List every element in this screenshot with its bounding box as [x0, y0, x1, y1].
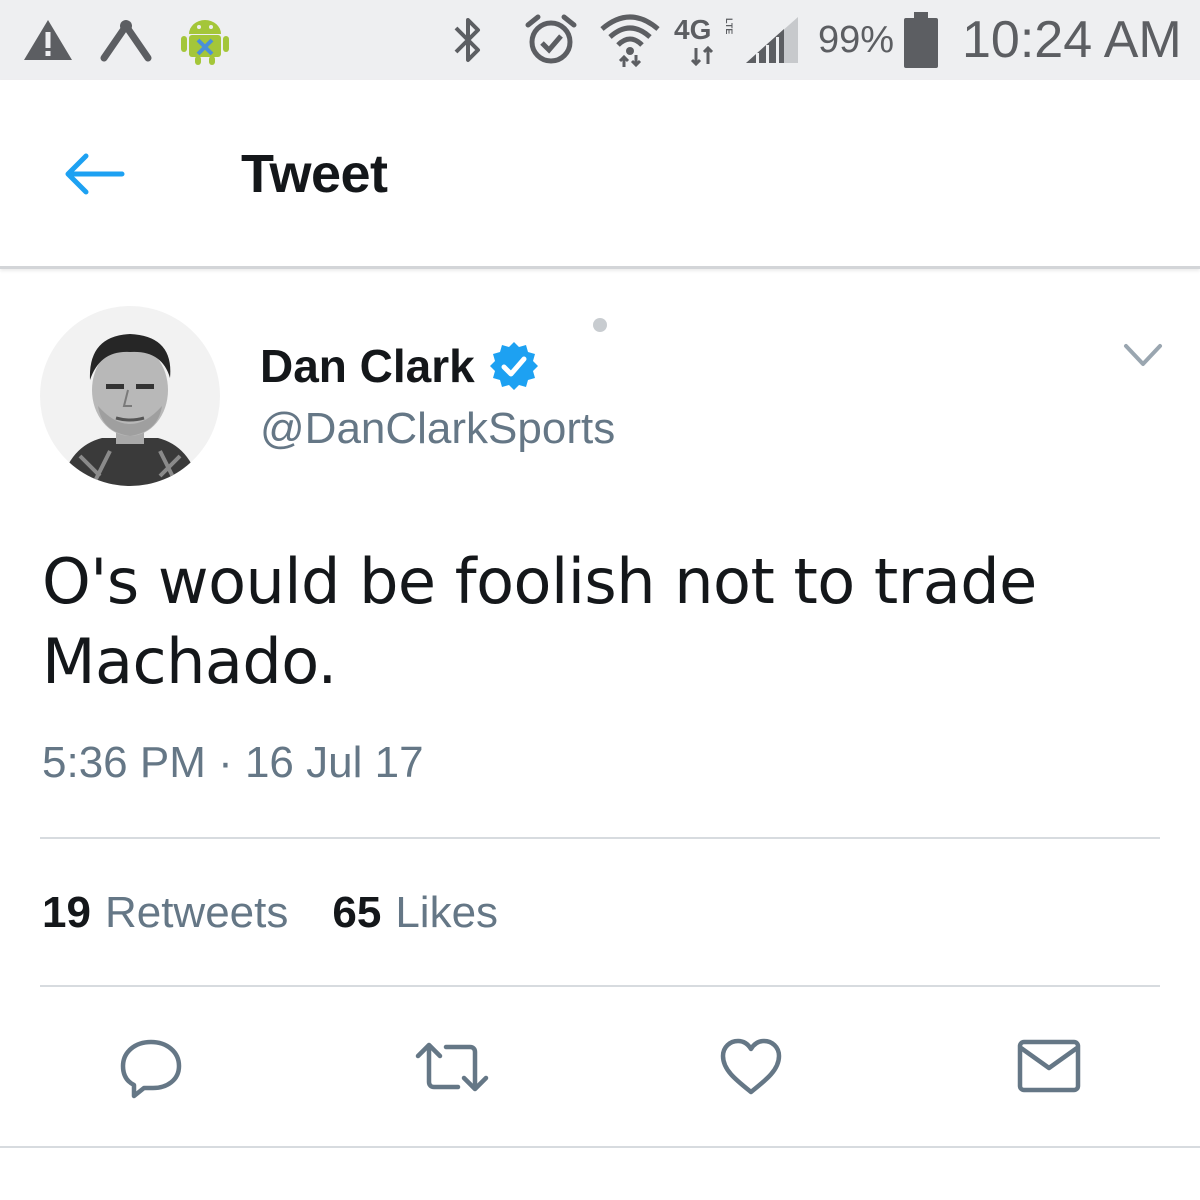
android-debug-icon: [180, 0, 230, 80]
alarm-icon: [524, 0, 578, 80]
like-label: Likes: [395, 888, 499, 937]
back-button[interactable]: [56, 146, 132, 202]
lte-icon: 4G LTE: [674, 0, 740, 80]
back-arrow-icon: [65, 153, 125, 195]
reply-icon: [120, 1039, 182, 1099]
tweet-options-button[interactable]: [1118, 336, 1168, 376]
like-button[interactable]: [718, 1034, 784, 1100]
retweet-count: 19: [42, 888, 91, 937]
direct-message-button[interactable]: [1016, 1034, 1082, 1100]
battery-percent: 99%: [818, 18, 895, 61]
indicator-dot: [593, 318, 607, 332]
app-bar: Tweet: [0, 80, 1200, 269]
avatar[interactable]: [40, 306, 220, 486]
battery-icon: [902, 0, 940, 80]
divider: [40, 837, 1160, 839]
network-subtype: LTE: [724, 18, 734, 35]
wifi-icon: [598, 0, 662, 80]
tweet-text: O's would be foolish not to trade Machad…: [42, 545, 1037, 698]
reply-button[interactable]: [118, 1034, 184, 1100]
retweet-icon: [415, 1042, 489, 1092]
status-bar: 4G LTE 99% 10:24 AM: [0, 0, 1200, 80]
direct-message-icon: [1017, 1039, 1081, 1093]
tweet-timestamp: 5:36 PM · 16 Jul 17: [42, 738, 424, 787]
signal-icon: [744, 0, 800, 80]
clock: 10:24 AM: [962, 11, 1182, 69]
author-handle[interactable]: @DanClarkSports: [260, 404, 615, 454]
retweets-count-link[interactable]: 19 Retweets: [42, 888, 288, 938]
like-icon: [720, 1038, 782, 1095]
page-title: Tweet: [241, 144, 388, 204]
likes-count-link[interactable]: 65 Likes: [332, 888, 498, 938]
retweet-button[interactable]: [414, 1034, 490, 1100]
retweet-label: Retweets: [104, 888, 289, 937]
divider: [0, 1146, 1200, 1148]
chevron-down-icon: [1124, 344, 1162, 366]
author-name: Dan Clark: [260, 340, 475, 392]
tools-icon: [98, 0, 154, 80]
divider: [40, 985, 1160, 987]
warning-icon: [22, 0, 74, 80]
engagement-counts: 19 Retweets 65 Likes: [42, 888, 542, 938]
author-name-row[interactable]: Dan Clark: [260, 336, 541, 396]
like-count: 65: [332, 888, 382, 937]
bluetooth-icon: [448, 0, 488, 80]
verified-badge-icon: [489, 342, 538, 390]
network-type: 4G: [674, 14, 712, 45]
